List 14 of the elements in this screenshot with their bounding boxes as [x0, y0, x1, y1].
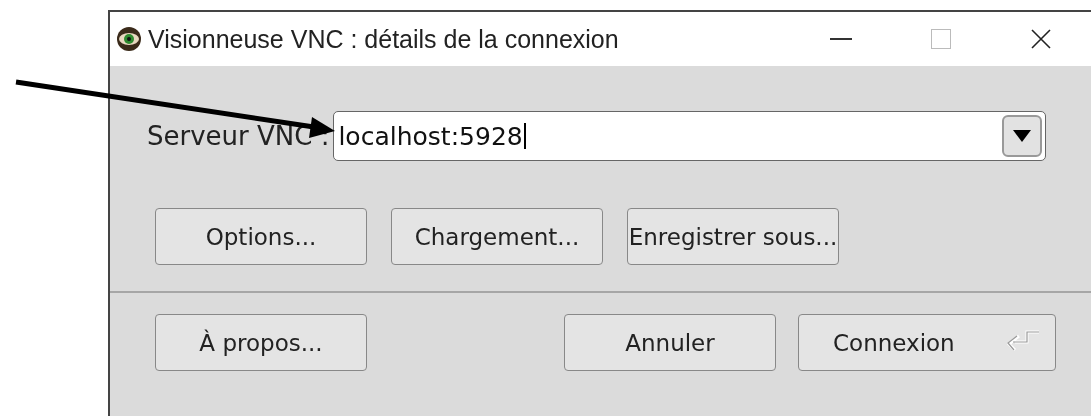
dialog-button[interactable]: Annuler [564, 314, 776, 371]
dialog-button[interactable]: Chargement... [391, 208, 603, 265]
dialog-button[interactable]: À propos... [155, 314, 367, 371]
triangle-down-icon [1013, 130, 1032, 142]
connect-button[interactable]: Connexion [798, 314, 1056, 371]
dialog-button[interactable]: Enregistrer sous... [627, 208, 839, 265]
minimize-icon [830, 38, 852, 40]
maximize-icon [931, 29, 951, 49]
window-title: Visionneuse VNC : détails de la connexion [148, 24, 619, 54]
close-icon [1031, 29, 1051, 49]
dialog-button[interactable]: Options... [155, 208, 367, 265]
server-combo-box[interactable]: localhost:5928 [333, 111, 1047, 161]
dropdown-button[interactable] [1002, 115, 1043, 157]
eye-icon [116, 26, 142, 52]
